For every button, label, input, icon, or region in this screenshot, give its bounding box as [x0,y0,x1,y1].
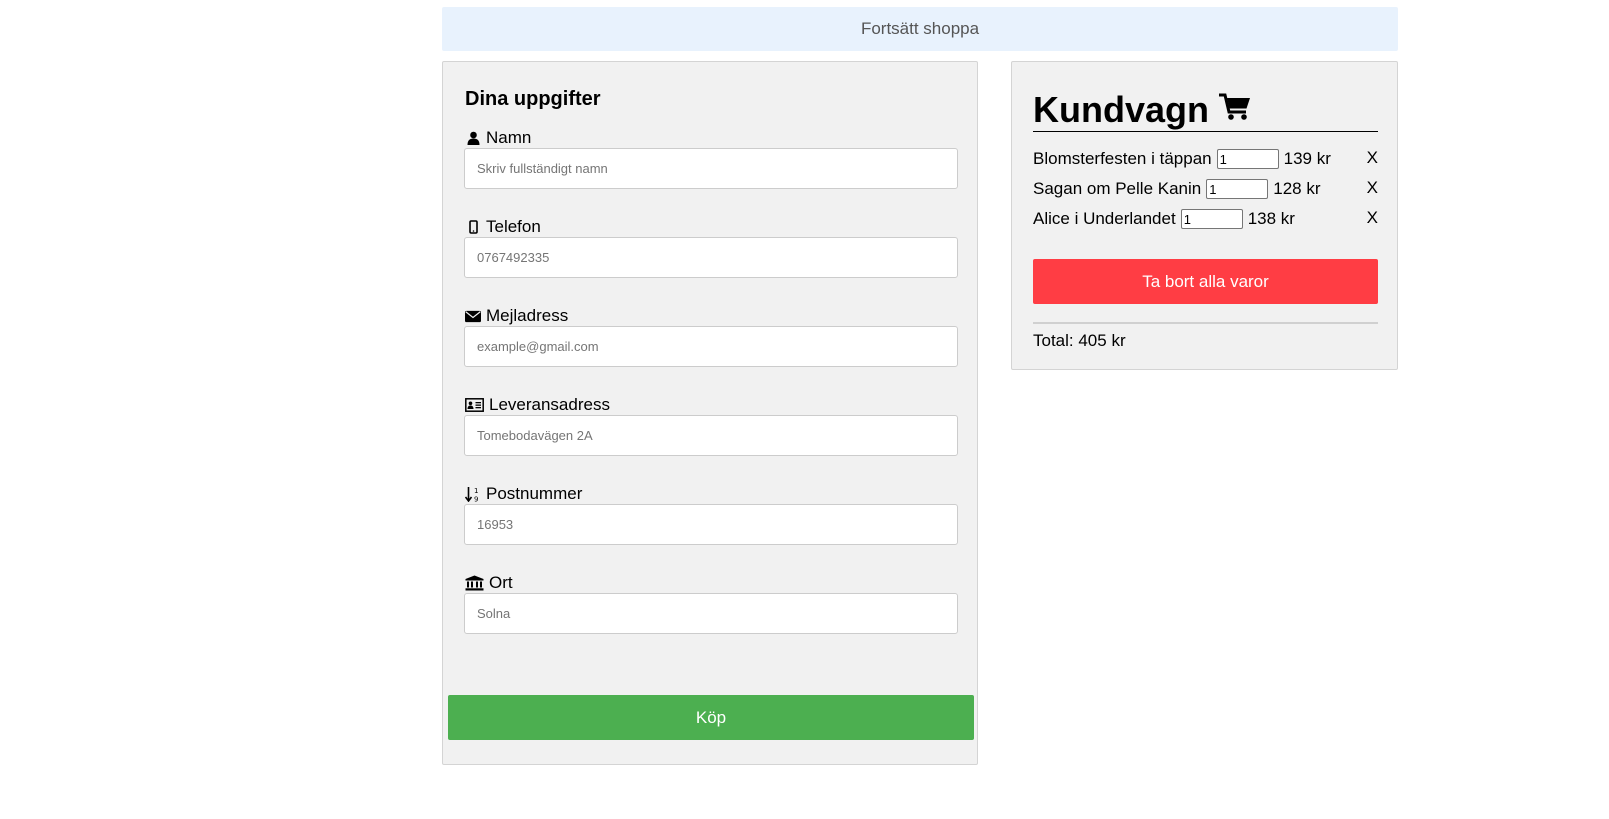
svg-text:9: 9 [474,496,478,503]
cart-item: Blomsterfesten i täppan 139 kr X [1033,147,1378,171]
cart-title: Kundvagn [1033,88,1209,130]
cart-item-name: Blomsterfesten i täppan [1033,149,1212,168]
cart-item: Sagan om Pelle Kanin 128 kr X [1033,177,1378,201]
address-card-icon [465,397,484,413]
email-label: Mejladress [465,306,568,326]
name-label: Namn [465,128,531,148]
mobile-phone-icon [465,219,481,235]
city-label: Ort [465,573,513,593]
envelope-icon [465,308,481,324]
address-label-text: Leveransadress [489,395,610,414]
cart-header: Kundvagn [1033,88,1378,132]
postal-code-input[interactable] [464,504,958,545]
shopping-cart-icon [1219,93,1251,126]
sort-numeric-icon: 19 [465,486,481,502]
user-icon [465,130,481,146]
cart-item-name: Sagan om Pelle Kanin [1033,179,1202,198]
cart-item-quantity-input[interactable] [1180,209,1243,229]
name-input[interactable] [464,148,958,189]
city-label-text: Ort [489,573,513,592]
postal-code-label-text: Postnummer [486,484,583,503]
phone-label-text: Telefon [486,217,541,236]
cart-item-price: 128 kr [1273,179,1321,198]
form-title: Dina uppgifter [465,88,601,110]
cart-item-name: Alice i Underlandet [1033,209,1176,228]
cart-item-price: 138 kr [1247,209,1295,228]
svg-text:1: 1 [474,487,478,495]
phone-label: Telefon [465,217,541,237]
address-input[interactable] [464,415,958,456]
bank-icon [465,575,484,591]
clear-cart-button[interactable]: Ta bort alla varor [1033,259,1378,304]
continue-shopping-button[interactable]: Fortsätt shoppa [442,7,1398,51]
name-label-text: Namn [486,128,532,147]
remove-item-button[interactable]: X [1367,148,1378,168]
email-input[interactable] [464,326,958,367]
address-label: Leveransadress [465,395,610,415]
cart-total: Total: 405 kr [1033,331,1126,350]
customer-details-form: Dina uppgifter Namn Telefon Mejladress L… [442,61,978,765]
email-label-text: Mejladress [486,306,569,325]
remove-item-button[interactable]: X [1367,178,1378,198]
phone-input[interactable] [464,237,958,278]
postal-code-label: 19 Postnummer [465,484,582,504]
cart-divider [1033,322,1378,324]
cart-panel: Kundvagn Blomsterfesten i täppan 139 kr … [1011,61,1398,370]
cart-item-quantity-input[interactable] [1206,179,1269,199]
cart-item: Alice i Underlandet 138 kr X [1033,207,1378,231]
cart-item-price: 139 kr [1283,149,1331,168]
city-input[interactable] [464,593,958,634]
buy-button[interactable]: Köp [448,695,974,740]
remove-item-button[interactable]: X [1367,208,1378,228]
cart-item-quantity-input[interactable] [1216,149,1279,169]
